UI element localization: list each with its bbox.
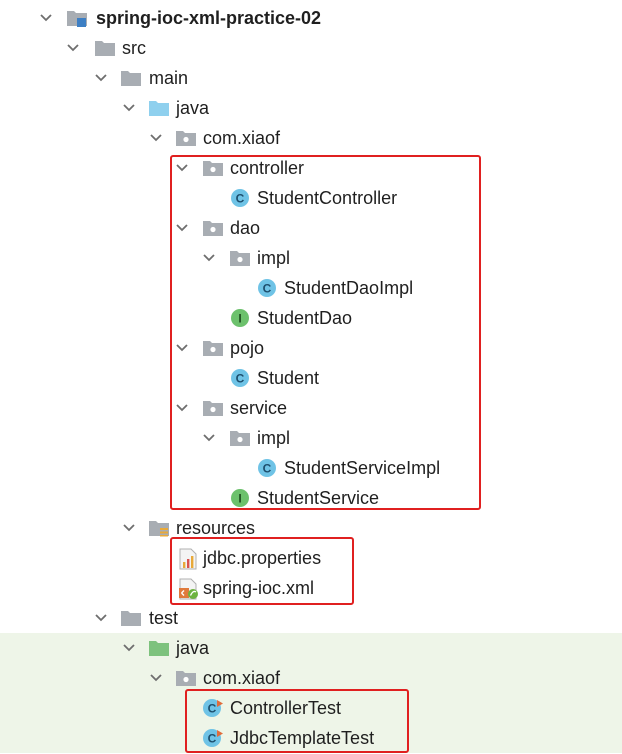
package-icon	[175, 128, 196, 148]
svg-text:C: C	[208, 702, 217, 716]
project-name: spring-ioc-xml-practice-02	[96, 8, 322, 28]
tree-row-student-dao-impl[interactable]: C StudentDaoImpl	[0, 273, 622, 303]
file-label: JdbcTemplateTest	[230, 728, 375, 748]
source-folder-icon	[148, 98, 169, 118]
tree-row-student-service[interactable]: I StudentService	[0, 483, 622, 513]
chevron-down-icon[interactable]	[120, 639, 138, 657]
folder-label: test	[149, 608, 179, 628]
tree-row-main-java[interactable]: java	[0, 93, 622, 123]
tree-row-jdbc-properties[interactable]: jdbc.properties	[0, 543, 622, 573]
package-label: com.xiaof	[203, 668, 281, 688]
folder-icon	[94, 38, 115, 58]
folder-label: java	[176, 98, 210, 118]
chevron-down-icon[interactable]	[200, 429, 218, 447]
resources-folder-icon	[148, 518, 169, 538]
file-label: StudentDao	[257, 308, 353, 328]
tree-row-dao[interactable]: dao	[0, 213, 622, 243]
properties-file-icon	[178, 548, 198, 570]
file-label: StudentDaoImpl	[284, 278, 414, 298]
chevron-down-icon[interactable]	[120, 519, 138, 537]
class-icon: C	[257, 458, 277, 478]
tree-row-test[interactable]: test	[0, 603, 622, 633]
test-class-icon: C	[202, 698, 223, 718]
package-icon	[202, 398, 223, 418]
tree-row-student[interactable]: C Student	[0, 363, 622, 393]
interface-icon: I	[230, 308, 250, 328]
file-label: Student	[257, 368, 320, 388]
svg-text:C: C	[263, 282, 272, 296]
svg-text:I: I	[238, 312, 241, 326]
folder-label: java	[176, 638, 210, 658]
file-label: jdbc.properties	[203, 548, 322, 568]
folder-icon	[120, 608, 141, 628]
file-label: ControllerTest	[230, 698, 342, 718]
folder-label: main	[149, 68, 189, 88]
chevron-down-icon[interactable]	[120, 99, 138, 117]
spring-xml-file-icon	[178, 578, 198, 600]
svg-text:C: C	[236, 192, 245, 206]
chevron-down-icon[interactable]	[173, 219, 191, 237]
svg-text:I: I	[238, 492, 241, 506]
svg-text:C: C	[263, 462, 272, 476]
tree-row-dao-impl[interactable]: impl	[0, 243, 622, 273]
tree-row-jdbc-template-test[interactable]: C JdbcTemplateTest	[0, 723, 622, 753]
package-icon	[202, 218, 223, 238]
class-icon: C	[230, 188, 250, 208]
package-label: dao	[230, 218, 261, 238]
test-class-icon: C	[202, 728, 223, 748]
chevron-down-icon[interactable]	[173, 159, 191, 177]
tree-row-test-java[interactable]: java	[0, 633, 622, 663]
tree-row-controller-test[interactable]: C ControllerTest	[0, 693, 622, 723]
module-folder-icon	[66, 8, 87, 28]
class-icon: C	[230, 368, 250, 388]
package-label: pojo	[230, 338, 265, 358]
package-label: com.xiaof	[203, 128, 281, 148]
folder-icon	[120, 68, 141, 88]
package-label: service	[230, 398, 288, 418]
chevron-down-icon[interactable]	[92, 609, 110, 627]
tree-row-src[interactable]: src	[0, 33, 622, 63]
chevron-down-icon[interactable]	[64, 39, 82, 57]
tree-row-student-dao[interactable]: I StudentDao	[0, 303, 622, 333]
chevron-down-icon[interactable]	[200, 249, 218, 267]
class-icon: C	[257, 278, 277, 298]
project-tree: spring-ioc-xml-practice-02 src main java…	[0, 0, 622, 754]
tree-row-student-service-impl[interactable]: C StudentServiceImpl	[0, 453, 622, 483]
svg-text:C: C	[236, 372, 245, 386]
test-source-folder-icon	[148, 638, 169, 658]
file-label: StudentService	[257, 488, 380, 508]
tree-row-spring-ioc-xml[interactable]: spring-ioc.xml	[0, 573, 622, 603]
package-label: impl	[257, 428, 291, 448]
package-label: controller	[230, 158, 305, 178]
chevron-down-icon[interactable]	[92, 69, 110, 87]
tree-row-controller[interactable]: controller	[0, 153, 622, 183]
chevron-down-icon[interactable]	[147, 669, 165, 687]
file-label: spring-ioc.xml	[203, 578, 315, 598]
package-label: impl	[257, 248, 291, 268]
file-label: StudentController	[257, 188, 398, 208]
tree-row-pojo[interactable]: pojo	[0, 333, 622, 363]
chevron-down-icon[interactable]	[147, 129, 165, 147]
package-icon	[229, 428, 250, 448]
package-icon	[202, 338, 223, 358]
chevron-down-icon[interactable]	[173, 339, 191, 357]
svg-text:C: C	[208, 732, 217, 746]
tree-row-main[interactable]: main	[0, 63, 622, 93]
package-icon	[202, 158, 223, 178]
chevron-down-icon[interactable]	[37, 9, 55, 27]
tree-row-test-package[interactable]: com.xiaof	[0, 663, 622, 693]
tree-row-service[interactable]: service	[0, 393, 622, 423]
tree-row-project[interactable]: spring-ioc-xml-practice-02	[0, 3, 622, 33]
folder-label: src	[122, 38, 146, 58]
interface-icon: I	[230, 488, 250, 508]
package-icon	[175, 668, 196, 688]
chevron-down-icon[interactable]	[173, 399, 191, 417]
package-icon	[229, 248, 250, 268]
folder-label: resources	[176, 518, 256, 538]
tree-row-service-impl[interactable]: impl	[0, 423, 622, 453]
tree-row-student-controller[interactable]: C StudentController	[0, 183, 622, 213]
tree-row-resources[interactable]: resources	[0, 513, 622, 543]
tree-row-main-package[interactable]: com.xiaof	[0, 123, 622, 153]
file-label: StudentServiceImpl	[284, 458, 441, 478]
